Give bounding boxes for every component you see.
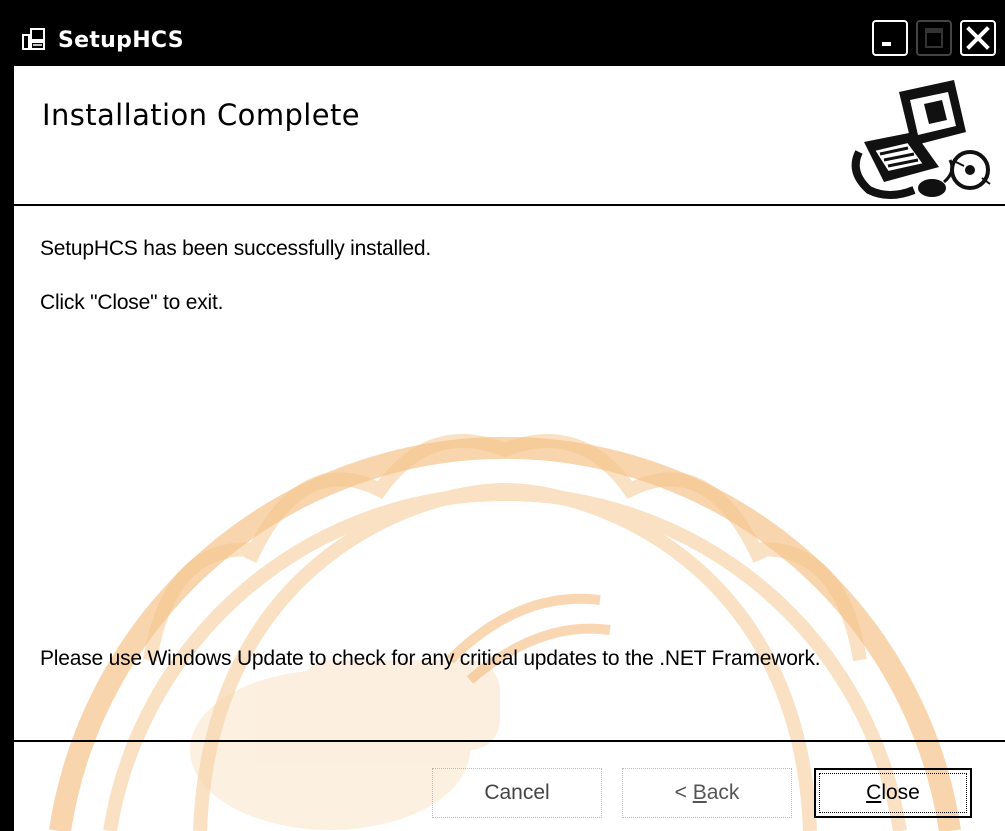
footer-divider xyxy=(14,740,1005,742)
window-left-border xyxy=(0,66,14,831)
back-button[interactable]: < Back xyxy=(622,768,792,818)
back-button-label: < Back xyxy=(674,781,740,804)
title-bar[interactable]: SetupHCS xyxy=(0,0,1005,66)
windows-update-note: Please use Windows Update to check for a… xyxy=(40,647,821,670)
success-message: SetupHCS has been successfully installed… xyxy=(40,237,432,260)
content-panel: SetupHCS has been successfully installed… xyxy=(14,206,1005,740)
computer-install-graphic-icon xyxy=(851,80,991,199)
maximize-button[interactable] xyxy=(916,20,952,56)
cancel-button[interactable]: Cancel xyxy=(432,768,602,818)
minimize-icon xyxy=(882,42,891,46)
page-title: Installation Complete xyxy=(42,98,360,132)
installer-window: SetupHCS Installation Complete SetupHCS … xyxy=(0,0,1005,831)
close-button-label: Close xyxy=(866,781,920,804)
maximize-icon xyxy=(925,28,943,48)
cancel-button-label: Cancel xyxy=(484,781,550,804)
minimize-button[interactable] xyxy=(872,20,908,56)
close-window-button[interactable] xyxy=(960,20,996,56)
window-title: SetupHCS xyxy=(58,28,184,53)
close-instruction: Click "Close" to exit. xyxy=(40,291,224,314)
setup-app-icon xyxy=(22,28,45,50)
close-icon xyxy=(966,26,990,50)
close-button[interactable]: Close xyxy=(814,768,972,818)
header-banner: Installation Complete xyxy=(14,66,1005,205)
